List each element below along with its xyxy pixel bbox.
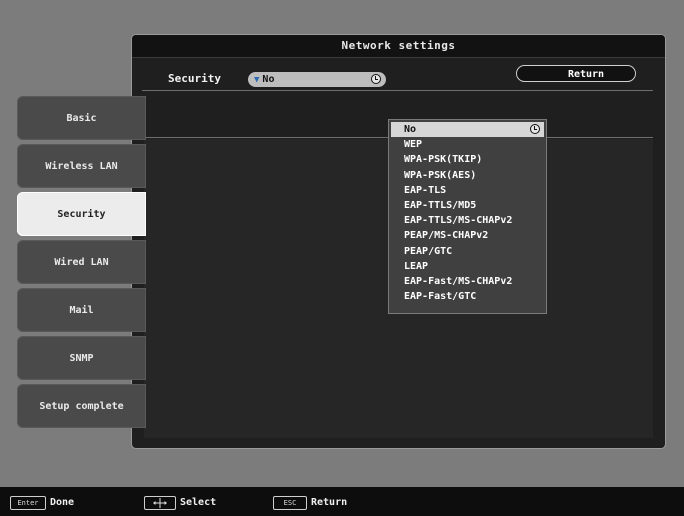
- divider: [142, 90, 653, 91]
- tab-wired-lan[interactable]: Wired LAN: [17, 240, 146, 284]
- security-option[interactable]: PEAP/MS-CHAPv2: [389, 228, 546, 243]
- window-title: Network settings: [132, 35, 665, 58]
- tab-wireless-lan[interactable]: Wireless LAN: [17, 144, 146, 188]
- security-label: Security: [168, 72, 221, 85]
- clock-icon: [371, 74, 381, 84]
- security-option[interactable]: EAP-TTLS/MS-CHAPv2: [389, 213, 546, 228]
- security-option[interactable]: EAP-TTLS/MD5: [389, 198, 546, 213]
- esc-key-icon: ESC: [273, 496, 307, 510]
- footer-select-label: Select: [180, 497, 217, 508]
- dpad-icon: [144, 496, 176, 510]
- footer-bar: Enter Done Select ESC Return: [0, 487, 684, 516]
- footer-return-label: Return: [311, 497, 348, 508]
- security-option[interactable]: WPA-PSK(AES): [389, 168, 546, 183]
- tab-security[interactable]: Security: [17, 192, 146, 236]
- security-option[interactable]: EAP-Fast/MS-CHAPv2: [389, 274, 546, 289]
- security-option[interactable]: EAP-Fast/GTC: [389, 289, 546, 304]
- footer-done-label: Done: [50, 497, 75, 508]
- dropdown-arrow-icon: ▼: [254, 75, 260, 85]
- tab-setup-complete[interactable]: Setup complete: [17, 384, 146, 428]
- tab-snmp[interactable]: SNMP: [17, 336, 146, 380]
- security-option[interactable]: No: [391, 122, 544, 138]
- security-option[interactable]: PEAP/GTC: [389, 244, 546, 259]
- security-option[interactable]: WEP: [389, 137, 546, 152]
- tab-mail[interactable]: Mail: [17, 288, 146, 332]
- security-option[interactable]: LEAP: [389, 259, 546, 274]
- security-option[interactable]: WPA-PSK(TKIP): [389, 152, 546, 167]
- tab-basic[interactable]: Basic: [17, 96, 146, 140]
- return-button[interactable]: Return: [516, 65, 636, 82]
- security-select[interactable]: ▼ No: [248, 72, 386, 87]
- clock-icon: [530, 124, 540, 134]
- security-option[interactable]: EAP-TLS: [389, 183, 546, 198]
- enter-key-icon: Enter: [10, 496, 46, 510]
- security-dropdown-list: No WEP WPA-PSK(TKIP) WPA-PSK(AES) EAP-TL…: [388, 119, 547, 314]
- security-select-value: No: [262, 74, 275, 85]
